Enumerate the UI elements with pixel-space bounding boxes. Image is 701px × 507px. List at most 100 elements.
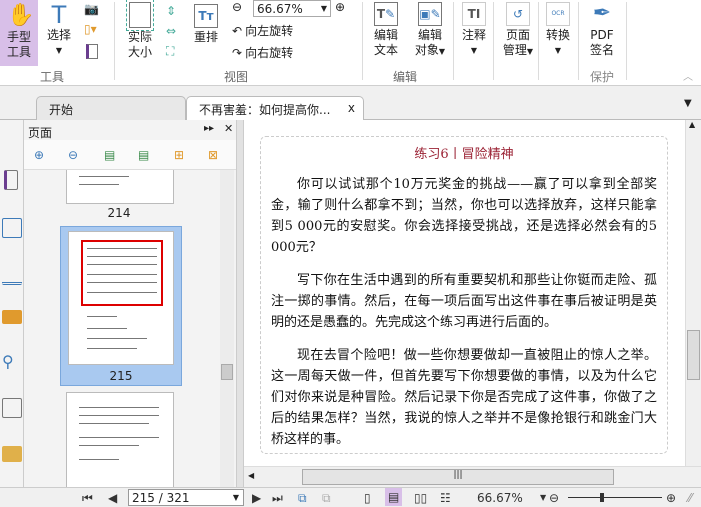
attachments-icon[interactable]: ⚲ [2, 352, 22, 372]
fit-page-icon[interactable]: ⛶ [166, 44, 174, 59]
zoom-select[interactable]: 66.67% ▼ [253, 0, 331, 17]
layers-icon[interactable] [2, 265, 22, 285]
rotate-right-button[interactable]: ↷ 向右旋转 [232, 44, 293, 61]
ribbon: ✋ 手型 工具 T 选择 ▼ 📷 ▯▾ 工具 实际 大小 ⇕ ⇔ ⛶ Tт 重排 … [0, 0, 701, 86]
zoom-in-icon[interactable]: ⊕ [666, 491, 676, 505]
tab-document[interactable]: 不再害羞：如何提高你... x [186, 96, 364, 121]
zoom-percentage[interactable]: 66.67% [477, 491, 523, 505]
panel-expand-icon[interactable]: ▸▸ [204, 123, 214, 134]
panel-title: 页面 [28, 126, 53, 140]
pen-icon: ✒ [592, 1, 612, 26]
tab-bar: 开始 不再害羞：如何提高你... x ▼ [0, 86, 701, 121]
hand-icon: ✋ [7, 3, 35, 28]
page-manage-button[interactable]: ↺ 页面 管理▼ [497, 2, 539, 59]
last-page-icon[interactable]: ⏭ [272, 491, 283, 506]
zoom-value: 66.67% [257, 2, 303, 16]
page-rotate-icon: ↺ [506, 2, 530, 26]
vertical-scroll-thumb[interactable] [687, 330, 700, 380]
hand-tool-label: 手型 [6, 30, 31, 44]
reflow-label: 重排 [193, 30, 218, 44]
document-view: 练习6丨冒险精神 你可以试试那个10万元奖金的挑战——赢了可以拿到全部奖金，输了… [244, 120, 685, 466]
pages-panel-icon[interactable] [4, 170, 18, 190]
edit-text-button[interactable]: T✎ 编辑 文本 [368, 2, 404, 58]
page-thumbnail[interactable] [66, 170, 174, 204]
edit-object-label-2: 对象 [414, 43, 439, 57]
edit-text-label: 编辑 [373, 28, 398, 42]
next-page-icon[interactable]: ▶ [252, 491, 261, 505]
comment-button[interactable]: TI 注释 ▼ [458, 2, 490, 58]
resize-grip-icon[interactable]: ⁄⁄ [688, 491, 692, 505]
add-page-icon[interactable]: ⊞ [174, 148, 184, 162]
horizontal-scrollbar[interactable]: ◀ ||| [244, 466, 701, 487]
enlarge-thumbnail-icon[interactable]: ⊕ [34, 148, 44, 162]
fit-height-icon[interactable]: ⇕ [166, 4, 176, 18]
zoom-out-icon[interactable]: ⊖ [232, 0, 242, 14]
collapse-ribbon-icon[interactable]: ︿ [683, 68, 693, 83]
pdf-sign-button[interactable]: ✒ PDF 签名 [584, 2, 620, 58]
snapshot-icon[interactable]: 📷 [84, 2, 99, 16]
ocr-icon: OCR [546, 2, 570, 26]
vertical-scrollbar[interactable]: ▲ [685, 120, 701, 466]
page-icon[interactable] [86, 44, 98, 59]
reduce-thumbnail-icon[interactable]: ⊖ [68, 148, 78, 162]
reflow-button[interactable]: Tт 重排 [190, 4, 222, 45]
edit-object-button[interactable]: ▣✎ 编辑 对象▼ [408, 2, 452, 59]
lock-icon[interactable] [2, 446, 22, 462]
chevron-down-icon: ▼ [320, 4, 327, 13]
group-tools-label: 工具 [40, 70, 65, 84]
clipboard-icon[interactable]: ▯▾ [84, 22, 97, 36]
signature-icon[interactable] [2, 398, 22, 418]
zoom-out-icon[interactable]: ⊖ [549, 491, 559, 505]
panel-splitter[interactable] [236, 120, 244, 487]
tab-document-label: 不再害羞：如何提高你... [199, 103, 331, 117]
page-number-input[interactable]: 215 / 321 ▼ [128, 489, 244, 506]
selected-thumbnail[interactable]: 215 [60, 226, 182, 386]
insert-page-icon[interactable]: ▤ [104, 148, 115, 162]
page-thumbnails-panel: 页面 ▸▸ ✕ ⊕ ⊖ ▤ ▤ ⊞ ⊠ 214 215 [24, 120, 236, 492]
single-page-icon[interactable]: ▯ [364, 491, 371, 505]
zoom-dropdown-icon[interactable]: ▼ [540, 493, 546, 502]
thumbnail-scroll-thumb[interactable] [221, 364, 233, 380]
thumbnail-scrollbar[interactable] [220, 170, 234, 487]
extract-page-icon[interactable]: ▤ [138, 148, 149, 162]
previous-view-icon[interactable]: ⧉ [298, 491, 307, 506]
visible-area-indicator[interactable] [81, 240, 163, 306]
left-icon-strip: ⚲ [0, 120, 24, 487]
paragraph: 现在去冒个险吧！做一些你想要做却一直被阻止的惊人之举。这一周每天做一件，但首先要… [271, 348, 657, 447]
select-button[interactable]: T 选择 ▼ [42, 2, 76, 58]
delete-page-icon[interactable]: ⊠ [208, 148, 218, 162]
chevron-down-icon: ▼ [232, 493, 239, 502]
group-edit-label: 编辑 [393, 70, 418, 84]
zoom-slider-handle[interactable] [599, 493, 604, 502]
tab-start-label: 开始 [49, 103, 74, 117]
scroll-left-icon[interactable]: ◀ [248, 471, 254, 480]
hand-tool-label-2: 工具 [6, 45, 31, 59]
prev-page-icon[interactable]: ◀ [108, 491, 117, 505]
convert-button[interactable]: OCR 转换 ▼ [542, 2, 574, 58]
fit-width-icon[interactable]: ⇔ [166, 24, 176, 38]
pdf-sign-label-2: 签名 [589, 43, 614, 57]
hand-tool-button[interactable]: ✋ 手型 工具 [0, 0, 38, 66]
facing-page-icon[interactable]: ▯▯ [414, 491, 427, 505]
continuous-facing-icon[interactable]: ☷ [440, 491, 451, 505]
close-tab-icon[interactable]: x [348, 101, 355, 115]
comments-icon[interactable] [2, 310, 22, 324]
panel-close-icon[interactable]: ✕ [224, 122, 233, 135]
tab-start[interactable]: 开始 [36, 96, 186, 120]
rotate-left-button[interactable]: ↶ 向左旋转 [232, 22, 293, 39]
scroll-up-icon[interactable]: ▲ [689, 120, 695, 129]
tab-list-dropdown-icon[interactable]: ▼ [684, 98, 692, 109]
zoom-in-icon[interactable]: ⊕ [335, 0, 345, 14]
status-bar: ⏮ ◀ 215 / 321 ▼ ▶ ⏭ ⧉ ⧉ ▯ ▤ ▯▯ ☷ 66.67% ▼… [0, 487, 701, 507]
first-page-icon[interactable]: ⏮ [82, 491, 93, 506]
group-view-label: 视图 [224, 70, 249, 84]
zoom-slider[interactable] [568, 493, 662, 502]
horizontal-scroll-thumb[interactable]: ||| [302, 469, 614, 485]
next-view-icon[interactable]: ⧉ [322, 491, 331, 506]
layers-copy-icon[interactable] [2, 218, 22, 238]
edit-text-icon: T✎ [374, 2, 398, 26]
thumbnail-page-number: 214 [107, 206, 131, 220]
actual-size-button[interactable]: 实际 大小 [122, 0, 158, 60]
continuous-page-icon[interactable]: ▤ [385, 488, 403, 506]
page-thumbnail[interactable] [66, 392, 174, 492]
